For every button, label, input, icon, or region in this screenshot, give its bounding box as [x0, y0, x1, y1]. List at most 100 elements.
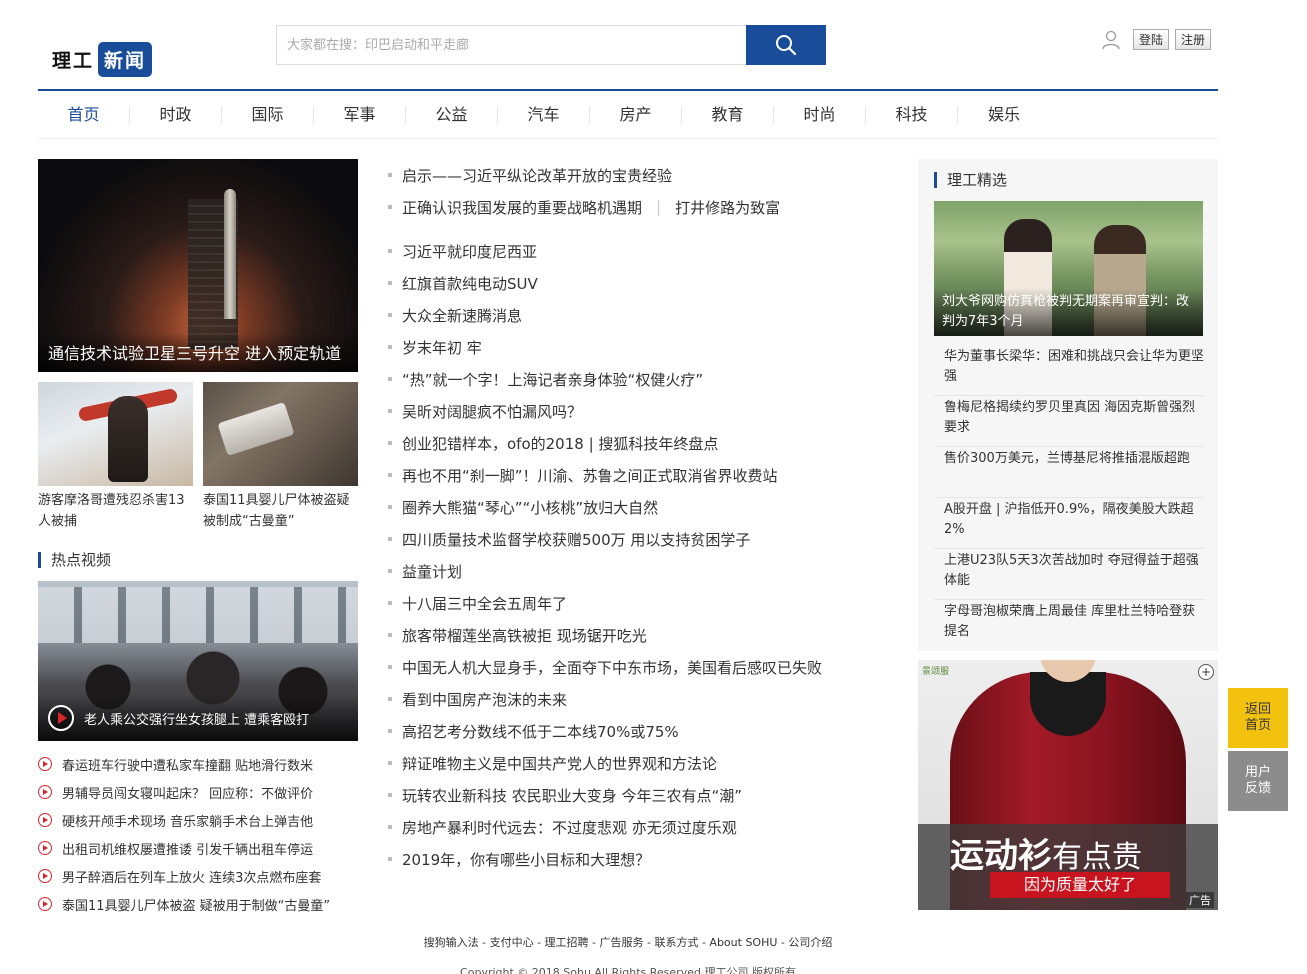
ad-subline: 因为质量太好了: [990, 872, 1170, 898]
ad-banner[interactable]: 景颂服 + 运动衫有点贵 因为质量太好了 广告: [918, 660, 1218, 910]
video-list-text[interactable]: 泰国11具婴儿尸体被盗 疑被用于制做“古曼童”: [62, 895, 330, 914]
register-button[interactable]: 注册: [1175, 29, 1212, 50]
nav-tab-6[interactable]: 房产: [590, 105, 682, 124]
news-text[interactable]: 岁末年初 牢: [402, 337, 482, 358]
news-item[interactable]: 中国无人机大显身手，全面夺下中东市场，美国看后感叹已失败: [388, 651, 868, 683]
news-item[interactable]: 再也不用“刹一脚”！川渝、苏鲁之间正式取消省界收费站: [388, 459, 868, 491]
picks-item[interactable]: 字母哥泡椒荣膺上周最佳 库里杜兰特哈登获提名: [934, 600, 1204, 651]
video-list-text[interactable]: 男子醉酒后在列车上放火 连续3次点燃布座套: [62, 867, 321, 886]
hero-image[interactable]: 通信技术试验卫星三号升空 进入预定轨道: [38, 159, 358, 372]
headline-text[interactable]: 启示——习近平纵论改革开放的宝贵经验: [402, 165, 672, 186]
news-thumb-caption-1[interactable]: 游客摩洛哥遭残忍杀害13人被捕: [38, 490, 193, 532]
headline-item[interactable]: 正确认识我国发展的重要战略机遇期 | 打井修路为致富: [388, 191, 868, 223]
video-list-item[interactable]: 泰国11具婴儿尸体被盗 疑被用于制做“古曼童”: [38, 890, 358, 918]
news-text[interactable]: 红旗首款纯电动SUV: [402, 273, 538, 294]
news-text[interactable]: 习近平就印度尼西亚: [402, 241, 537, 262]
nav-tab-2[interactable]: 国际: [222, 105, 314, 124]
news-text[interactable]: 再也不用“刹一脚”！川渝、苏鲁之间正式取消省界收费站: [402, 465, 778, 486]
news-thumb-1[interactable]: [38, 382, 193, 486]
user-icon[interactable]: [1101, 30, 1121, 50]
news-thumb-caption-2[interactable]: 泰国11具婴儿尸体被盗疑被制成“古曼童”: [203, 490, 358, 532]
bullet-icon: [388, 281, 392, 285]
news-item[interactable]: 圈养大熊猫“琴心”“小核桃”放归大自然: [388, 491, 868, 523]
news-item[interactable]: 红旗首款纯电动SUV: [388, 267, 868, 299]
news-item[interactable]: 旅客带榴莲坐高铁被拒 现场锯开吃光: [388, 619, 868, 651]
back-to-top-button[interactable]: 返回 首页: [1228, 688, 1288, 748]
news-item[interactable]: 看到中国房产泡沫的未来: [388, 683, 868, 715]
picks-item[interactable]: 鲁梅尼格揭续约罗贝里真因 海因克斯曾强烈要求: [934, 396, 1204, 447]
picks-item[interactable]: 售价300万美元，兰博基尼将推插混版超跑: [934, 447, 1204, 498]
nav-tab-8[interactable]: 时尚: [774, 105, 866, 124]
video-list-text[interactable]: 出租司机维权屡遭推诿 引发千辆出租车停运: [62, 839, 313, 858]
search-button[interactable]: [746, 25, 826, 65]
feedback-button[interactable]: 用户 反馈: [1228, 751, 1288, 811]
picks-image[interactable]: 刘大爷网购仿真枪被判无期案再审宣判：改判为7年3个月: [934, 201, 1203, 336]
news-text[interactable]: 吴昕对阔腿疯不怕漏风吗？: [402, 401, 582, 422]
logo-text-part2: 新闻: [98, 41, 153, 77]
news-item[interactable]: 创业犯错样本，ofo的2018 | 搜狐科技年终盘点: [388, 427, 868, 459]
bullet-icon: [388, 441, 392, 445]
video-list-text[interactable]: 男辅导员闯女寝叫起床？ 回应称：不做评价: [62, 783, 313, 802]
news-text[interactable]: 益童计划: [402, 561, 462, 582]
nav-tab-4[interactable]: 公益: [406, 105, 498, 124]
bullet-icon: [388, 313, 392, 317]
news-item[interactable]: 吴昕对阔腿疯不怕漏风吗？: [388, 395, 868, 427]
nav-tab-5[interactable]: 汽车: [498, 105, 590, 124]
video-list-item[interactable]: 出租司机维权屡遭推诿 引发千辆出租车停运: [38, 834, 358, 862]
news-text[interactable]: 旅客带榴莲坐高铁被拒 现场锯开吃光: [402, 625, 647, 646]
login-button[interactable]: 登陆: [1133, 29, 1170, 50]
news-text[interactable]: 高招艺考分数线不低于二本线70%或75%: [402, 721, 679, 742]
video-list-item[interactable]: 春运班车行驶中遭私家车撞翻 贴地滑行数米: [38, 750, 358, 778]
video-thumbnail[interactable]: 老人乘公交强行坐女孩腿上 遭乘客殴打: [38, 581, 358, 741]
video-list-item[interactable]: 男子醉酒后在列车上放火 连续3次点燃布座套: [38, 862, 358, 890]
news-item[interactable]: 玩转农业新科技 农民职业大变身 今年三农有点“潮”: [388, 779, 868, 811]
nav-tab-1[interactable]: 时政: [130, 105, 222, 124]
news-item[interactable]: 房地产暴利时代远去：不过度悲观 亦无须过度乐观: [388, 811, 868, 843]
nav-tab-7[interactable]: 教育: [682, 105, 774, 124]
picks-item[interactable]: A股开盘 | 沪指低开0.9%，隔夜美股大跌超2%: [934, 498, 1204, 549]
news-text[interactable]: 创业犯错样本，ofo的2018 | 搜狐科技年终盘点: [402, 433, 718, 454]
headline-item[interactable]: 启示——习近平纵论改革开放的宝贵经验: [388, 159, 868, 191]
video-list-text[interactable]: 硬核开颅手术现场 音乐家躺手术台上弹吉他: [62, 811, 313, 830]
nav-tab-9[interactable]: 科技: [866, 105, 958, 124]
news-text[interactable]: 十八届三中全会五周年了: [402, 593, 567, 614]
news-text[interactable]: “热”就一个字！上海记者亲身体验“权健火疗”: [402, 369, 703, 390]
news-item[interactable]: 习近平就印度尼西亚: [388, 235, 868, 267]
news-item[interactable]: 高招艺考分数线不低于二本线70%或75%: [388, 715, 868, 747]
news-item[interactable]: 十八届三中全会五周年了: [388, 587, 868, 619]
news-item[interactable]: 2019年，你有哪些小目标和大理想？: [388, 843, 868, 875]
bullet-icon: [388, 249, 392, 253]
thumb-photo-figure: [108, 396, 148, 482]
headline-text-extra[interactable]: 打井修路为致富: [675, 197, 780, 218]
news-text[interactable]: 房地产暴利时代远去：不过度悲观 亦无须过度乐观: [402, 817, 737, 838]
news-text[interactable]: 看到中国房产泡沫的未来: [402, 689, 567, 710]
news-item[interactable]: 岁末年初 牢: [388, 331, 868, 363]
video-list-item[interactable]: 男辅导员闯女寝叫起床？ 回应称：不做评价: [38, 778, 358, 806]
news-text[interactable]: 辩证唯物主义是中国共产党人的世界观和方法论: [402, 753, 717, 774]
picks-item[interactable]: 上港U23队5天3次苦战加时 夺冠得益于超强体能: [934, 549, 1204, 600]
news-item[interactable]: 大众全新速腾消息: [388, 299, 868, 331]
video-list-text[interactable]: 春运班车行驶中遭私家车撞翻 贴地滑行数米: [62, 755, 313, 774]
nav-tab-3[interactable]: 军事: [314, 105, 406, 124]
news-text[interactable]: 大众全新速腾消息: [402, 305, 522, 326]
play-icon[interactable]: [48, 705, 74, 731]
news-item[interactable]: 辩证唯物主义是中国共产党人的世界观和方法论: [388, 747, 868, 779]
site-logo[interactable]: 理工 新闻: [52, 40, 153, 78]
news-text[interactable]: 中国无人机大显身手，全面夺下中东市场，美国看后感叹已失败: [402, 657, 822, 678]
news-text[interactable]: 2019年，你有哪些小目标和大理想？: [402, 849, 650, 870]
news-text[interactable]: 圈养大熊猫“琴心”“小核桃”放归大自然: [402, 497, 658, 518]
news-text[interactable]: 四川质量技术监督学校获赠500万 用以支持贫困学子: [402, 529, 750, 550]
news-text[interactable]: 玩转农业新科技 农民职业大变身 今年三农有点“潮”: [402, 785, 742, 806]
nav-tab-0[interactable]: 首页: [38, 105, 130, 124]
ad-close-icon[interactable]: +: [1198, 664, 1214, 680]
news-item[interactable]: “热”就一个字！上海记者亲身体验“权健火疗”: [388, 363, 868, 395]
nav-tab-10[interactable]: 娱乐: [958, 105, 1050, 124]
picks-item[interactable]: 华为董事长梁华：困难和挑战只会让华为更坚强: [934, 345, 1204, 396]
news-item[interactable]: 四川质量技术监督学校获赠500万 用以支持贫困学子: [388, 523, 868, 555]
search-input[interactable]: [276, 25, 746, 65]
news-item[interactable]: 益童计划: [388, 555, 868, 587]
news-thumb-2[interactable]: [203, 382, 358, 486]
video-list-item[interactable]: 硬核开颅手术现场 音乐家躺手术台上弹吉他: [38, 806, 358, 834]
headline-text[interactable]: 正确认识我国发展的重要战略机遇期: [402, 197, 642, 218]
footer-links[interactable]: 搜狗输入法 - 支付中心 - 理工招聘 - 广告服务 - 联系方式 - Abou…: [0, 934, 1256, 950]
